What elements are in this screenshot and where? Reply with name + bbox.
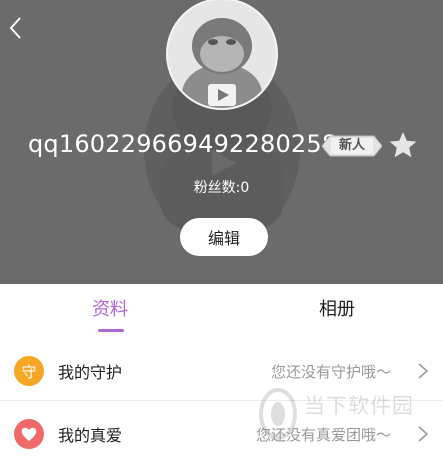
my-guard-row[interactable]: 守 我的守护 您还没有守护哦～ xyxy=(0,342,443,401)
row-label: 我的守护 xyxy=(58,363,123,382)
fans-count: 粉丝数:0 xyxy=(193,180,250,196)
chevron-right-icon xyxy=(418,363,429,379)
star-icon[interactable] xyxy=(388,130,418,160)
back-chevron-icon[interactable] xyxy=(4,14,26,42)
tab-album[interactable]: 相册 xyxy=(297,292,377,328)
active-tab-indicator xyxy=(98,329,124,332)
my-true-love-row[interactable]: 我的真爱 您还没有真爱团哦～ xyxy=(0,405,443,463)
row-value: 您还没有真爱团哦～ xyxy=(255,426,391,444)
row-value: 您还没有守护哦～ xyxy=(270,363,391,381)
tab-bar: 资料 相册 xyxy=(0,284,443,336)
username: qq160229669492280258 xyxy=(28,130,338,158)
new-user-badge: 新人 xyxy=(321,134,383,158)
chevron-right-icon xyxy=(418,426,429,442)
edit-button[interactable]: 编辑 xyxy=(180,218,268,256)
gorilla-avatar-icon xyxy=(168,0,276,108)
tab-profile[interactable]: 资料 xyxy=(70,292,150,328)
avatar[interactable] xyxy=(166,0,278,110)
guard-icon-char: 守 xyxy=(21,363,36,381)
username-row: qq160229669492280258 新人 xyxy=(0,128,443,166)
row-label: 我的真爱 xyxy=(58,426,123,445)
badge-label: 新人 xyxy=(338,138,365,153)
heart-icon xyxy=(14,419,44,449)
profile-header: qq160229669492280258 新人 粉丝数:0 编辑 xyxy=(0,0,443,284)
guard-icon: 守 xyxy=(14,356,44,386)
